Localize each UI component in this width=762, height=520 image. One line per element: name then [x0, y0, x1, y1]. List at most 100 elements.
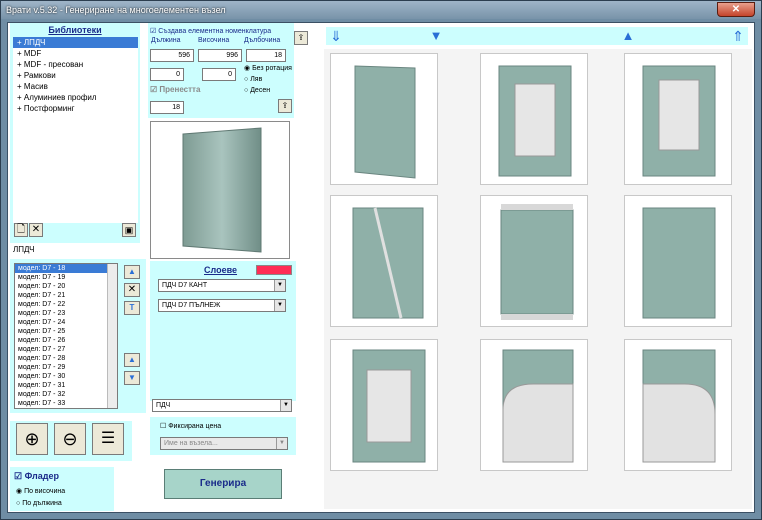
door-tile[interactable] [624, 195, 732, 327]
fixed-price-label: Фиксирана цена [168, 423, 222, 430]
library-item[interactable]: + Рамкови [13, 70, 138, 81]
model-item[interactable]: модел: D7 - 28 [15, 354, 117, 363]
move-up-icon[interactable]: ▲ [124, 265, 140, 279]
delete-icon[interactable]: ✕ [29, 223, 43, 237]
model-item[interactable]: модел: D7 - 20 [15, 282, 117, 291]
save-icon[interactable]: ▣ [122, 223, 136, 237]
node-name-input[interactable]: Име на възела... ▼ [160, 437, 288, 450]
scroll-last-icon[interactable]: ⇑ [730, 27, 746, 45]
by-length-label: По дължина [22, 500, 62, 507]
rot-right-radio[interactable]: ○ Десен [244, 87, 270, 94]
rot-none-label: Без ротация [252, 65, 292, 72]
export-icon[interactable]: ⇪ [294, 31, 308, 45]
transfer-checkbox[interactable]: ☑ Пренестта [150, 85, 200, 94]
chevron-down-icon[interactable]: ▼ [280, 400, 291, 411]
library-item[interactable]: + MDF [13, 48, 138, 59]
library-tree[interactable]: + ЛПДЧ + MDF + MDF - пресован + Рамкови + Ма… [13, 37, 138, 223]
by-height-label: По височина [24, 488, 66, 495]
flader-checkbox[interactable]: ☑ Фладер [14, 471, 59, 482]
door-tile[interactable] [330, 53, 438, 185]
transfer-label: Пренестта [159, 85, 201, 94]
depth-input[interactable]: 18 [246, 49, 286, 62]
model-item[interactable]: модел: D7 - 25 [15, 327, 117, 336]
model-item[interactable]: модел: D7 - 23 [15, 309, 117, 318]
model-item[interactable]: модел: D7 - 29 [15, 363, 117, 372]
scroll-first-icon[interactable]: ⇓ [328, 27, 344, 45]
layer1-select[interactable]: ПДЧ D7 КАНТ ▼ [158, 279, 286, 292]
transfer-input[interactable]: 18 [150, 101, 184, 114]
layers-panel: Слоеве ПДЧ D7 КАНТ ▼ ПДЧ D7 ПЪЛНЕЖ ▼ [150, 261, 296, 401]
model-item[interactable]: модел: D7 - 30 [15, 372, 117, 381]
model-item[interactable]: модел: D7 - 24 [15, 318, 117, 327]
flader-panel: ☑ Фладер ◉ По височина ○ По дължина [10, 467, 114, 511]
by-height-radio[interactable]: ◉ По височина [16, 487, 65, 495]
depth-label: Дълбочина [244, 37, 281, 44]
layers-stack-icon[interactable]: ☰ [92, 423, 124, 455]
model-list[interactable]: модел: D7 - 18 модел: D7 - 19 модел: D7 - … [14, 263, 118, 409]
offset1-input[interactable]: 0 [150, 68, 184, 81]
up-arrow-icon[interactable]: ▲ [124, 353, 140, 367]
rot-none-radio[interactable]: ◉ Без ротация [244, 64, 292, 72]
create-nomenclature-label: Създава елементна номенклатура [158, 28, 272, 35]
zoom-in-icon[interactable]: ⊕ [16, 423, 48, 455]
zoom-out-icon[interactable]: ⊖ [54, 423, 86, 455]
layer2-select[interactable]: ПДЧ D7 ПЪЛНЕЖ ▼ [158, 299, 286, 312]
library-item[interactable]: + ЛПДЧ [13, 37, 138, 48]
window-title: Врати v.5.32 - Генериране на многоелемен… [6, 5, 226, 15]
chevron-down-icon[interactable]: ▼ [274, 300, 285, 311]
layers-title: Слоеве [204, 265, 238, 275]
scroll-down-icon[interactable]: ▼ [426, 27, 446, 45]
close-button[interactable]: ✕ [717, 2, 755, 17]
chevron-down-icon[interactable]: ▼ [274, 280, 285, 291]
door-tile[interactable] [624, 53, 732, 185]
door-tile[interactable] [624, 339, 732, 471]
library-item[interactable]: + Алуминиев профил [13, 92, 138, 103]
rot-left-label: Ляв [250, 76, 263, 83]
remove-icon[interactable]: ✕ [124, 283, 140, 297]
new-file-icon[interactable]: 🗋 [14, 223, 28, 237]
create-nomenclature-checkbox[interactable]: ☑ Създава елементна номенклатура [150, 27, 271, 35]
model-item[interactable]: модел: D7 - 19 [15, 273, 117, 282]
model-item[interactable]: модел: D7 - 26 [15, 336, 117, 345]
model-item[interactable]: модел: D7 - 18 [15, 264, 117, 273]
model-item[interactable]: модел: D7 - 33 [15, 399, 117, 408]
rot-left-radio[interactable]: ○ Ляв [244, 76, 262, 83]
by-length-radio[interactable]: ○ По дължина [16, 500, 62, 507]
fixed-price-checkbox[interactable]: ☐ Фиксирана цена [160, 422, 221, 430]
library-item[interactable]: + MDF - пресован [13, 59, 138, 70]
top-icon[interactable]: T [124, 301, 140, 315]
door-tile[interactable] [480, 339, 588, 471]
selected-library: ЛПДЧ [13, 245, 35, 254]
chevron-down-icon[interactable]: ▼ [276, 438, 287, 449]
height-input[interactable]: 996 [198, 49, 242, 62]
app-window: Врати v.5.32 - Генериране на многоелемен… [0, 0, 762, 520]
model-item[interactable]: модел: D7 - 22 [15, 300, 117, 309]
node-name-placeholder: Име на възела... [164, 440, 218, 447]
door-tile[interactable] [330, 339, 438, 471]
rot-right-label: Десен [250, 87, 271, 94]
material-value: ПДЧ [156, 402, 171, 409]
offset2-input[interactable]: 0 [202, 68, 236, 81]
material-select[interactable]: ПДЧ ▼ [152, 399, 292, 412]
scroll-up-icon[interactable]: ▲ [618, 27, 638, 45]
model-list-scrollbar[interactable] [107, 264, 117, 408]
library-item[interactable]: + Масив [13, 81, 138, 92]
model-item[interactable]: модел: D7 - 31 [15, 381, 117, 390]
layers-color-swatch[interactable] [256, 265, 292, 275]
parameters-panel: ☑ Създава елементна номенклатура Дължина… [148, 23, 294, 118]
length-input[interactable]: 596 [150, 49, 194, 62]
door-tile[interactable] [330, 195, 438, 327]
export2-icon[interactable]: ⇪ [278, 99, 292, 113]
length-label: Дължина [151, 37, 181, 44]
model-item[interactable]: модел: D7 - 27 [15, 345, 117, 354]
zoom-panel: ⊕ ⊖ ☰ [10, 421, 132, 461]
libraries-header: Библиотеки [48, 25, 102, 35]
model-item[interactable]: модел: D7 - 32 [15, 390, 117, 399]
door-tile[interactable] [480, 53, 588, 185]
generate-button[interactable]: Генерира [164, 469, 282, 499]
door-tile[interactable] [480, 195, 588, 327]
down-arrow-icon[interactable]: ▼ [124, 371, 140, 385]
model-item[interactable]: модел: D7 - 21 [15, 291, 117, 300]
library-item[interactable]: + Постформинг [13, 103, 138, 114]
price-panel: ☐ Фиксирана цена Име на възела... ▼ [150, 417, 296, 455]
